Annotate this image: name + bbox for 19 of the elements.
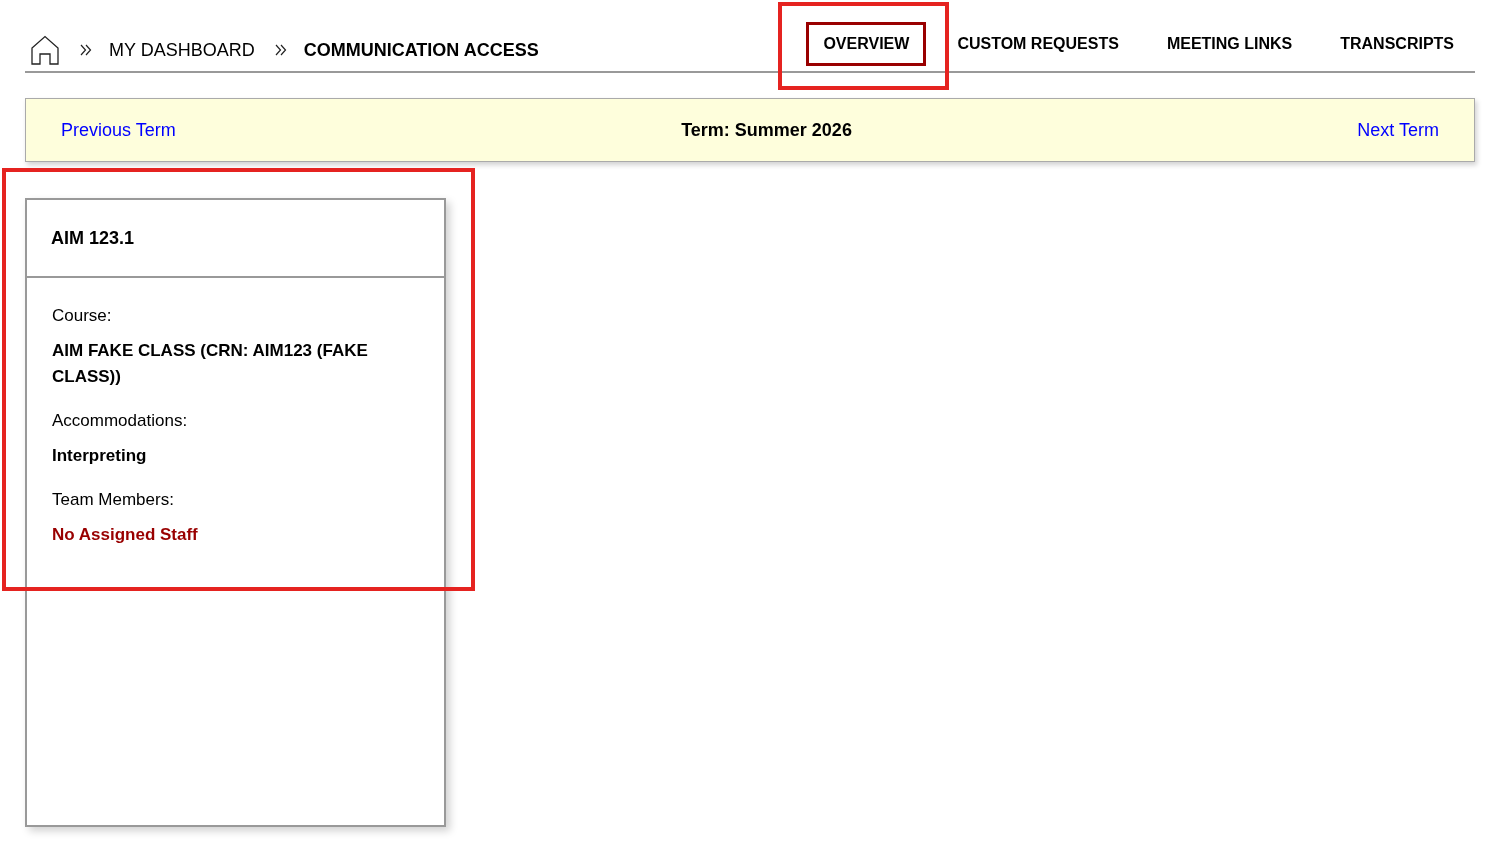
field-label: Team Members: [52,489,175,511]
term-label: Term: Summer 2026 [681,118,852,142]
nav-tab[interactable]: TRANSCRIPTS [1323,22,1471,66]
field-label: Accommodations: [52,410,189,432]
previous-term-link[interactable]: Previous Term [61,116,176,144]
nav-tab[interactable]: MEETING LINKS [1149,22,1310,66]
card-title: AIM 123.1 [51,226,135,250]
breadcrumb-link[interactable]: MY DASHBOARD [109,37,255,62]
chevrons-icon [80,43,92,56]
field-value: No Assigned Staff [52,524,199,546]
next-term-link[interactable]: Next Term [1357,116,1439,144]
field-value: AIM FAKE CLASS (CRN: AIM123 (FAKE CLASS)) [52,340,369,388]
field-value: Interpreting [52,445,148,467]
nav-tab[interactable]: OVERVIEW [806,22,927,66]
nav-tab[interactable]: CUSTOM REQUESTS [940,22,1136,66]
chevrons-icon [274,43,287,56]
breadcrumb-current[interactable]: COMMUNICATION ACCESS [303,37,539,62]
field-label: Course: [52,305,113,327]
home-icon[interactable] [30,34,60,65]
